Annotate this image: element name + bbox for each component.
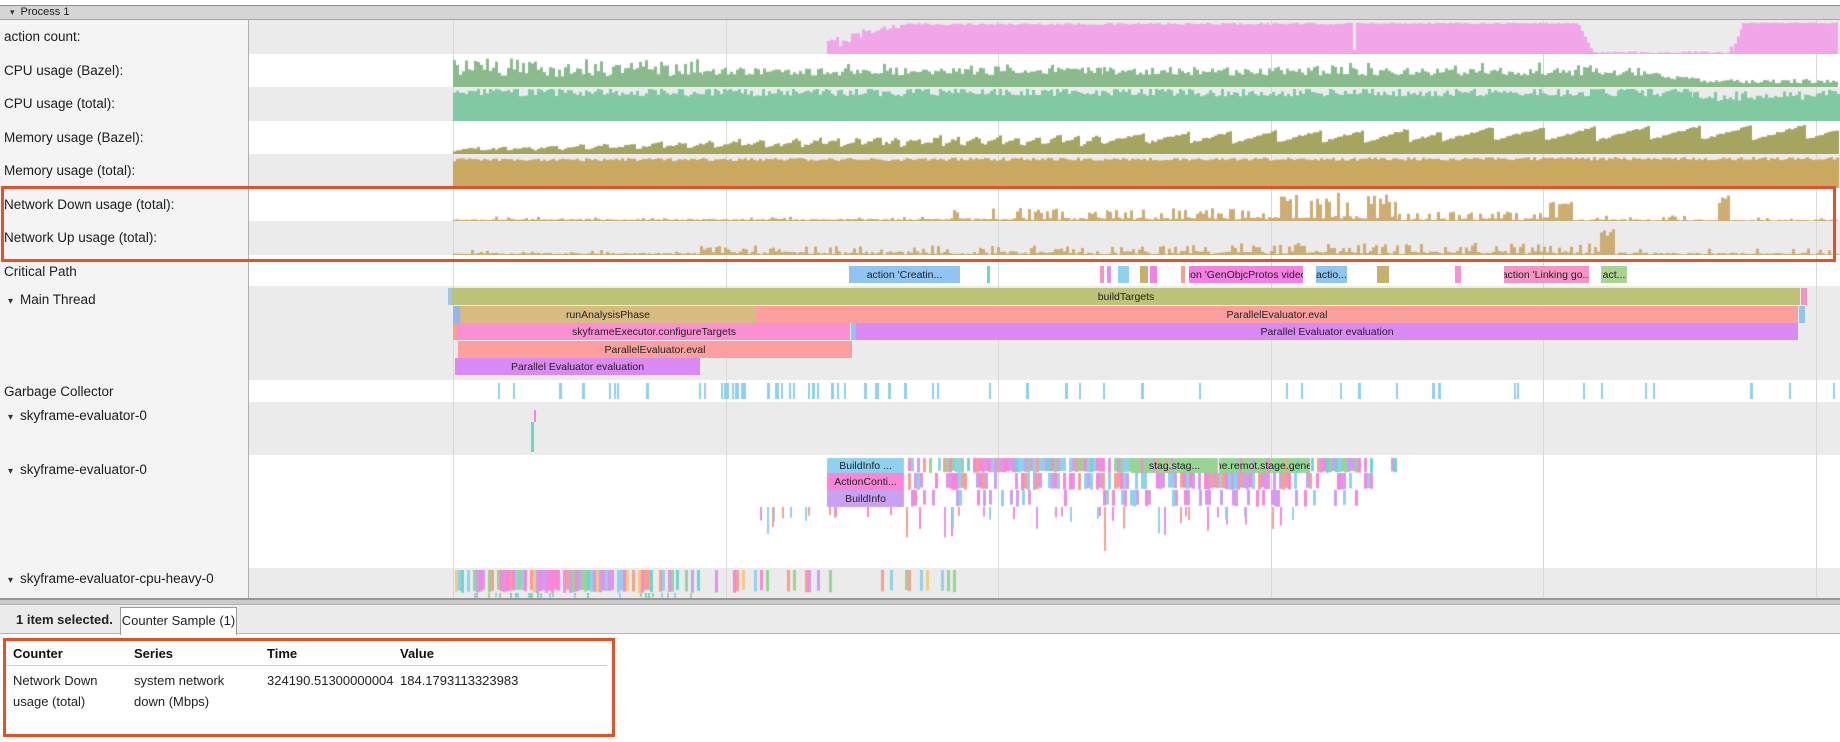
collapse-arrow-icon[interactable]: ▾ [8, 296, 13, 307]
timeline-span[interactable] [1799, 306, 1805, 323]
timeline-span[interactable]: action 'Creatin... [849, 266, 960, 283]
sidebar-item-main-thread[interactable]: ▾ Main Thread [4, 290, 246, 310]
timeline-span[interactable]: act... [1601, 266, 1627, 283]
span-label: runAnalysisPhase [566, 309, 650, 321]
timeline-span[interactable] [1100, 266, 1104, 283]
span-label: Parallel Evaluator evaluation [511, 361, 644, 373]
span-label: act... [1603, 269, 1626, 281]
span-label: action 'GenObjcProtos video/... [1189, 269, 1303, 281]
timeline-span[interactable]: Parallel Evaluator evaluation [455, 358, 700, 375]
timeline-span[interactable]: BuildInfo [827, 490, 904, 507]
trace-viewer-window: { "icons": { "collapse_arrow": "\u25be" … [0, 0, 1840, 742]
span-label: BuildInfo [845, 493, 886, 505]
panel-divider[interactable] [0, 598, 1840, 605]
counter-chart-0[interactable] [0, 20, 1840, 54]
sidebar-item-cpu-total[interactable]: CPU usage (total): [4, 87, 246, 121]
selection-status: 1 item selected. [16, 605, 113, 634]
timeline-span[interactable] [1140, 266, 1148, 283]
counter-chart-3[interactable] [0, 121, 1840, 154]
timeline-span[interactable]: skyframeExecutor.configureTargets [458, 323, 850, 340]
details-panel: 1 item selected. Counter Sample (1) Coun… [0, 605, 1840, 742]
track-title: skyframe-evaluator-0 [20, 462, 147, 477]
collapsed-track-sliver[interactable] [534, 410, 536, 422]
span-label: stag.stag... [1149, 460, 1200, 472]
collapse-arrow-icon[interactable]: ▾ [8, 575, 13, 586]
track-title: skyframe-evaluator-0 [20, 408, 147, 423]
timeline-span[interactable] [1150, 266, 1157, 283]
track-title: Main Thread [20, 292, 96, 307]
span-label: skyframeExecutor.configureTargets [572, 326, 736, 338]
span-label: ActionConti... [834, 476, 896, 488]
sidebar-item-mem-bazel[interactable]: Memory usage (Bazel): [4, 121, 246, 154]
counter-chart-4[interactable] [0, 154, 1840, 188]
timeline-span[interactable]: BuildInfo ... [827, 458, 904, 473]
gc-ticks-canvas[interactable] [0, 383, 1840, 399]
timeline-span[interactable]: runAnalysisPhase [460, 306, 756, 323]
timeline-span[interactable]: ParallelEvaluator.eval [458, 341, 852, 358]
sidebar-item-mem-total[interactable]: Memory usage (total): [4, 154, 246, 188]
span-label: Parallel Evaluator evaluation [1260, 326, 1393, 338]
selection-highlight-network-rows [1, 186, 1836, 262]
counter-chart-2[interactable] [0, 87, 1840, 121]
sidebar-item-skyframe-evaluator-cpu-heavy[interactable]: ▾ skyframe-evaluator-cpu-heavy-0 [4, 569, 246, 589]
span-label: action 'Linking go... [1504, 269, 1589, 281]
sidebar-item-action-count[interactable]: action count: [4, 20, 246, 54]
timeline-span[interactable] [1377, 266, 1389, 283]
timeline-span[interactable] [453, 306, 460, 323]
track-row-bg [249, 402, 1840, 455]
timeline-span[interactable]: ParallelEvaluator.eval [756, 306, 1798, 323]
span-label: action 'Creatin... [867, 269, 943, 281]
sidebar-item-critical-path[interactable]: Critical Path [4, 258, 246, 286]
timeline-span[interactable]: buildTargets [452, 288, 1800, 305]
timeline-span[interactable] [1181, 266, 1185, 283]
details-panel-header: 1 item selected. Counter Sample (1) [0, 605, 1840, 634]
timeline-span[interactable]: actio... [1316, 266, 1347, 283]
timeline-span[interactable]: ActionConti... [827, 473, 904, 490]
sidebar-item-cpu-bazel[interactable]: CPU usage (Bazel): [4, 54, 246, 87]
timeline-span[interactable] [987, 266, 990, 283]
timeline-span[interactable] [1107, 266, 1111, 283]
collapse-arrow-icon[interactable]: ▾ [8, 412, 13, 423]
timeline-span[interactable] [1801, 288, 1807, 305]
span-label: ParallelEvaluator.eval [605, 344, 706, 356]
counter-chart-1[interactable] [0, 54, 1840, 87]
sidebar-item-garbage-collector[interactable]: Garbage Collector [4, 381, 246, 402]
timeline-span[interactable] [1455, 266, 1461, 283]
span-label: buildTargets [1098, 291, 1155, 303]
sidebar-item-skyframe-evaluator-0-b[interactable]: ▾ skyframe-evaluator-0 [4, 460, 246, 480]
cpu-heavy-activity-canvas[interactable] [0, 570, 1840, 598]
timeline-span[interactable]: stag.stag... [1131, 458, 1218, 473]
sidebar-item-skyframe-evaluator-0-a[interactable]: ▾ skyframe-evaluator-0 [4, 406, 246, 426]
span-label: actio... [1316, 269, 1347, 281]
timeline-span[interactable]: Parallel Evaluator evaluation [856, 323, 1798, 340]
timeline-span[interactable] [1118, 266, 1129, 283]
collapse-arrow-icon[interactable]: ▾ [10, 7, 15, 17]
collapsed-track-sliver[interactable] [531, 422, 534, 452]
tab-counter-sample[interactable]: Counter Sample (1) [120, 607, 237, 635]
collapse-arrow-icon[interactable]: ▾ [8, 466, 13, 477]
timeline-stage: action 'Creatin... action 'GenObjcProtos … [0, 0, 1840, 598]
timeline-span[interactable]: action 'Linking go... [1504, 266, 1589, 283]
span-label: stage.gene.remot.stage.gener.remot... [1219, 460, 1310, 472]
span-label: ParallelEvaluator.eval [1227, 309, 1328, 321]
timeline-span[interactable]: action 'GenObjcProtos video/... [1189, 266, 1303, 283]
evaluator-activity-canvas[interactable] [0, 455, 1840, 568]
selection-highlight-table [3, 638, 615, 737]
process-title: Process 1 [21, 6, 70, 18]
timeline-span[interactable]: stage.gene.remot.stage.gener.remot... [1219, 458, 1310, 473]
process-group-header[interactable]: ▾ Process 1 [0, 5, 1840, 20]
track-sidebar: action count: CPU usage (Bazel): CPU usa… [0, 20, 249, 598]
track-title: skyframe-evaluator-cpu-heavy-0 [20, 571, 214, 586]
span-label: BuildInfo ... [839, 460, 892, 472]
